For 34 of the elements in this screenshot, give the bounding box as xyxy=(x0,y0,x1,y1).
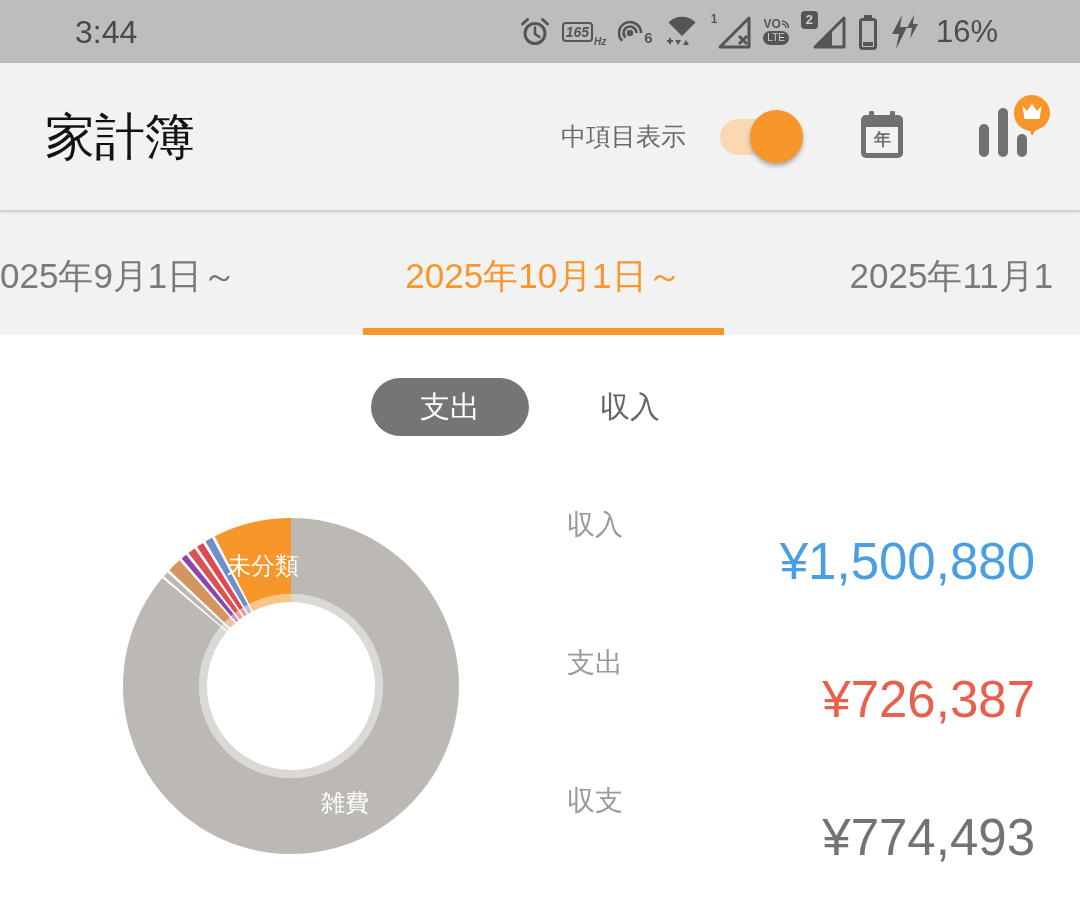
type-tab[interactable]: 収入 xyxy=(551,378,709,436)
bar-chart-icon[interactable] xyxy=(978,106,1030,157)
volte-text: VO xyxy=(763,18,781,30)
crown-badge-icon xyxy=(1014,94,1050,137)
calendar-icon[interactable] xyxy=(860,110,904,159)
toggle-switch[interactable] xyxy=(720,108,804,165)
summary-amount: ¥726,387 xyxy=(821,672,1035,728)
summary-amount: ¥1,500,880 xyxy=(778,534,1035,590)
no-signal-icon xyxy=(717,14,752,49)
refresh-unit-text: Hz xyxy=(594,36,607,47)
refresh-rate-text: 165 xyxy=(565,23,590,40)
period-tab[interactable]: 025年9月1日～ xyxy=(0,210,280,335)
signal-strength-icon xyxy=(811,14,846,49)
summary-label: 支出 xyxy=(567,646,624,680)
type-tab[interactable]: 支出 xyxy=(371,378,529,436)
app-title: 家計簿 xyxy=(45,111,195,162)
charging-icon xyxy=(889,13,918,50)
period-tab[interactable]: 2025年10月1日～ xyxy=(363,210,724,335)
battery-percentage: 16% xyxy=(935,16,998,47)
slice-label: 雑費 xyxy=(321,789,369,816)
sim-number: 1 xyxy=(710,12,718,25)
summary-label: 収支 xyxy=(567,784,624,818)
calendar-year-text: 年 xyxy=(872,130,892,148)
network-type-label: LTE xyxy=(763,31,789,45)
wave-icon xyxy=(780,20,789,30)
period-tab[interactable]: 2025年11月1 xyxy=(807,210,1054,335)
alarm-clock-icon xyxy=(519,16,550,47)
sim-number-tag: 2 xyxy=(800,10,818,29)
toggle-label: 中項目表示 xyxy=(561,124,686,149)
summary-amount: ¥774,493 xyxy=(821,810,1035,866)
summary-label: 収入 xyxy=(567,508,624,542)
clock-time: 3:44 xyxy=(75,15,138,48)
hotspot-count: 6 xyxy=(644,29,653,45)
battery-icon xyxy=(857,13,878,50)
